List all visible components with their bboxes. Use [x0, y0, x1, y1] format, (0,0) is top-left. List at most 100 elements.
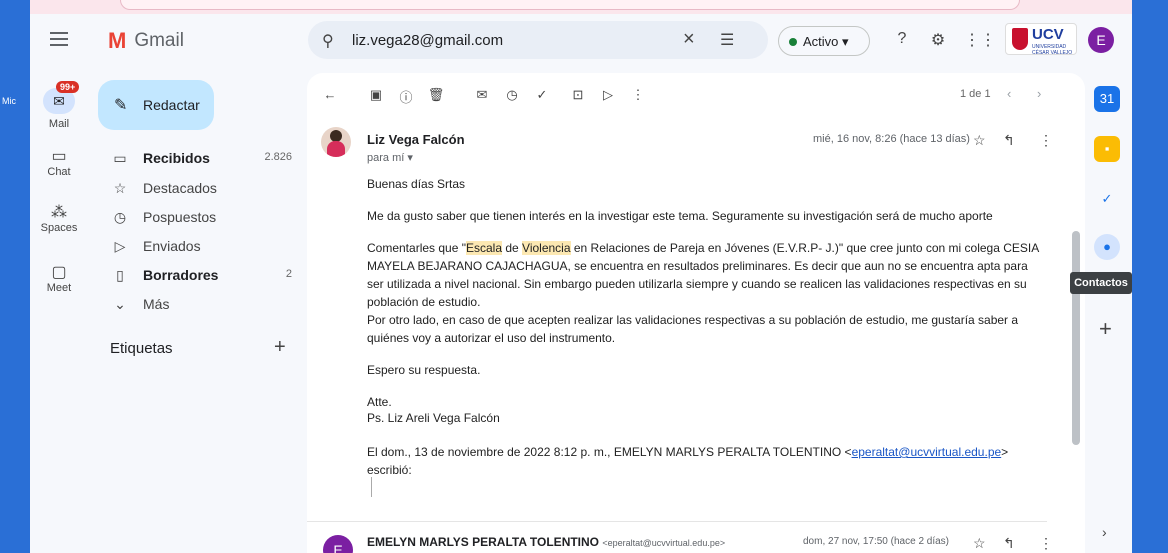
paragraph-4: Espero su respuesta. — [367, 363, 481, 377]
main-menu-icon[interactable] — [50, 32, 68, 46]
rail-spaces[interactable]: ⁂ Spaces — [36, 202, 82, 234]
quoted-text-toggle[interactable] — [371, 477, 372, 497]
org-subtitle: UNIVERSIDAD CÉSAR VALLEJO — [1032, 44, 1073, 56]
sidebar-item-label: Más — [143, 296, 170, 312]
rail-mail[interactable]: Mail — [36, 118, 82, 130]
sender-avatar[interactable] — [321, 127, 351, 157]
add-task-icon[interactable]: ✓ — [533, 87, 551, 103]
rail-chat[interactable]: ▭ Chat — [36, 146, 82, 178]
compose-label: Redactar — [143, 97, 200, 113]
settings-gear-icon[interactable]: ⚙ — [928, 30, 948, 50]
more-options-icon[interactable]: ⋮ — [629, 87, 647, 103]
email-link[interactable]: eperaltat@ucvvirtual.edu.pe — [852, 445, 1002, 459]
labels-heading: Etiquetas — [110, 340, 173, 357]
tasks-icon[interactable]: ✓ — [1094, 186, 1120, 212]
pagination-info: 1 de 1 — [960, 88, 991, 100]
search-icon[interactable]: ⚲ — [322, 31, 334, 51]
app-name: Gmail — [134, 30, 184, 51]
apps-grid-icon[interactable]: ⋮⋮ — [964, 30, 996, 50]
status-label: Activo ▾ — [803, 34, 849, 49]
star-icon: ☆ — [113, 180, 127, 196]
compose-button[interactable]: ✎ Redactar — [98, 80, 214, 130]
sidebar-item-label: Enviados — [143, 238, 201, 254]
sidebar-item-more[interactable]: ⌄ Más — [98, 290, 304, 318]
message-panel: ← ▣ ⓘ 🗑 ✉ ◷ ✓ ⊡ ▷ ⋮ 1 de 1 ‹ › Liz Vega … — [307, 73, 1085, 553]
label-icon[interactable]: ▷ — [599, 87, 617, 103]
search-bar[interactable]: ⚲ liz.vega28@gmail.com × ☰ — [308, 21, 768, 59]
back-arrow-icon[interactable]: ← — [321, 87, 339, 102]
move-to-icon[interactable]: ⊡ — [569, 87, 587, 103]
sender-email-2: <eperaltat@ucvvirtual.edu.pe> — [602, 538, 726, 548]
unread-badge: 99+ — [56, 81, 80, 93]
snooze-icon[interactable]: ◷ — [503, 87, 521, 103]
browser-address-bar[interactable] — [120, 0, 1020, 10]
meet-icon: ▢ — [51, 264, 67, 281]
search-options-icon[interactable]: ☰ — [720, 30, 734, 50]
quote-header: El dom., 13 de noviembre de 2022 8:12 p.… — [367, 445, 1009, 477]
paragraph-3: Por otro lado, en caso de que acepten re… — [367, 313, 1019, 345]
clear-search-icon[interactable]: × — [683, 28, 695, 51]
prev-page-icon[interactable]: ‹ — [1007, 86, 1011, 101]
paragraph-1: Me da gusto saber que tienen interés en … — [367, 209, 993, 223]
account-avatar[interactable]: E — [1088, 27, 1114, 53]
message-divider — [307, 521, 1047, 522]
send-icon: ▷ — [114, 238, 126, 254]
sender-avatar-2[interactable]: E — [323, 535, 353, 553]
chat-icon: ▭ — [51, 148, 67, 165]
add-label-icon[interactable]: + — [274, 336, 286, 359]
recipient-toggle[interactable]: para mí ▾ — [367, 151, 413, 164]
sidebar-item-sent[interactable]: ▷ Enviados — [98, 232, 304, 260]
desktop-background-left: Mic — [0, 0, 30, 553]
greeting-text: Buenas días Srtas — [367, 177, 466, 191]
gmail-m-icon: M — [108, 28, 127, 53]
sidebar-item-inbox[interactable]: ▭ Recibidos 2.826 — [98, 144, 304, 172]
next-page-icon[interactable]: › — [1037, 86, 1041, 101]
sidebar-item-starred[interactable]: ☆ Destacados — [98, 174, 304, 202]
reply-icon[interactable]: ↰ — [1003, 132, 1015, 149]
help-icon[interactable]: ? — [892, 30, 912, 50]
archive-icon[interactable]: ▣ — [367, 87, 385, 103]
mark-unread-icon[interactable]: ✉ — [473, 87, 491, 103]
reply-icon[interactable]: ↰ — [1003, 535, 1015, 552]
draft-icon: ▯ — [116, 267, 124, 283]
gmail-app: M Gmail ⚲ liz.vega28@gmail.com × ☰ Activ… — [30, 14, 1132, 553]
sender-name-2[interactable]: EMELYN MARLYS PERALTA TOLENTINO <eperalt… — [367, 535, 725, 549]
ucv-shield-icon — [1012, 28, 1028, 50]
keep-icon[interactable]: ▪ — [1094, 136, 1120, 162]
sidebar-item-snoozed[interactable]: ◷ Pospuestos — [98, 203, 304, 231]
desktop-label: Mic — [2, 96, 16, 106]
sender-name[interactable]: Liz Vega Falcón — [367, 132, 465, 147]
calendar-icon[interactable]: 31 — [1094, 86, 1120, 112]
message-more-icon[interactable]: ⋮ — [1039, 535, 1053, 552]
organization-logo[interactable]: UCV UNIVERSIDAD CÉSAR VALLEJO — [1005, 23, 1077, 56]
sidebar-item-label: Pospuestos — [143, 209, 217, 225]
star-message-icon[interactable]: ☆ — [973, 535, 986, 552]
rail-chat-label: Chat — [47, 166, 71, 178]
message-date-2: dom, 27 nov, 17:50 (hace 2 días) — [803, 536, 950, 547]
sidebar-item-drafts[interactable]: ▯ Borradores 2 — [98, 261, 304, 289]
message-more-icon[interactable]: ⋮ — [1039, 132, 1053, 149]
search-input[interactable]: liz.vega28@gmail.com — [352, 32, 503, 49]
desktop-background-right — [1132, 0, 1168, 553]
clock-icon: ◷ — [113, 209, 127, 225]
rail-mail-label: Mail — [48, 118, 70, 130]
star-message-icon[interactable]: ☆ — [973, 132, 986, 149]
rail-meet[interactable]: ▢ Meet — [36, 262, 82, 294]
add-addon-icon[interactable]: + — [1099, 316, 1112, 342]
rail-spaces-label: Spaces — [40, 222, 78, 234]
org-name: UCV — [1032, 26, 1064, 43]
report-spam-icon[interactable]: ⓘ — [397, 87, 415, 106]
paragraph-2: Comentarles que "Escala de Violencia en … — [367, 241, 1039, 309]
sidebar-item-label: Destacados — [143, 180, 217, 196]
search-highlight: Escala — [465, 241, 503, 255]
scrollbar[interactable] — [1072, 231, 1080, 445]
expand-panel-icon[interactable]: › — [1102, 524, 1107, 540]
gmail-logo[interactable]: M Gmail — [108, 30, 184, 52]
sidebar-item-label: Recibidos — [143, 150, 210, 166]
search-highlight: Violencia — [522, 241, 571, 255]
contacts-icon[interactable]: ● — [1094, 234, 1120, 260]
rail-meet-label: Meet — [46, 282, 72, 294]
status-selector[interactable]: Activo ▾ — [778, 26, 870, 56]
delete-icon[interactable]: 🗑 — [427, 87, 445, 103]
signature-2: Ps. Liz Areli Vega Falcón — [367, 411, 500, 425]
